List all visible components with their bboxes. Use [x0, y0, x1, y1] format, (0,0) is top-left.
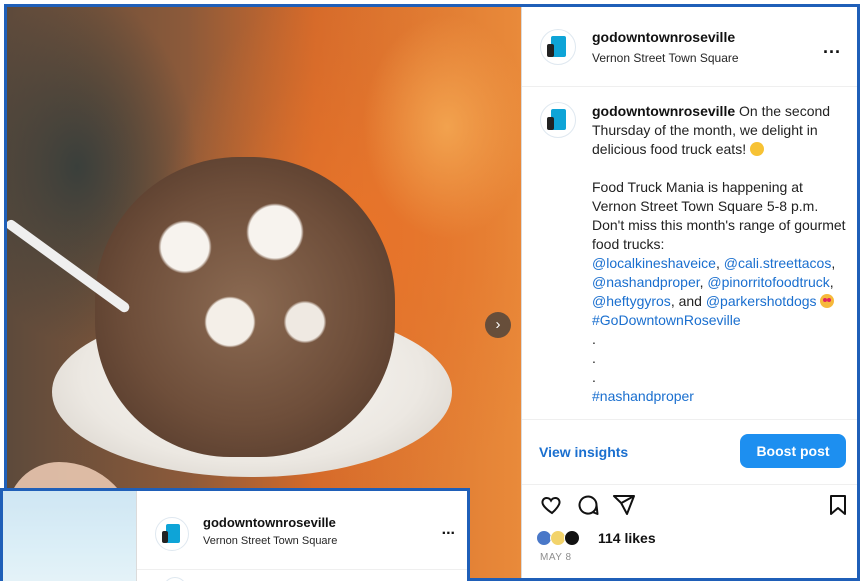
- avatar[interactable]: [155, 517, 189, 551]
- mention-link[interactable]: @parkershotdogs: [706, 293, 817, 309]
- view-insights-link[interactable]: View insights: [539, 444, 628, 460]
- divider: [137, 569, 467, 570]
- liker-avatar: [564, 530, 580, 546]
- heart-icon[interactable]: [540, 493, 564, 517]
- logo-dark-icon: [547, 116, 554, 130]
- mention-link[interactable]: @cali.streettacos: [724, 255, 832, 271]
- post-location[interactable]: Vernon Street Town Square: [592, 51, 739, 65]
- hashtag-link[interactable]: #nashandproper: [592, 388, 694, 404]
- mention-link[interactable]: @heftygyros: [592, 293, 671, 309]
- post-header: godowntownroseville Vernon Street Town S…: [522, 7, 857, 87]
- caption-username[interactable]: godowntownroseville: [592, 103, 735, 119]
- heart-eyes-emoji-icon: [820, 294, 835, 308]
- second-post-panel: godowntownroseville Vernon Street Town S…: [136, 491, 467, 581]
- caption-text: godowntownroseville On the second Thursd…: [592, 103, 846, 404]
- mention-link[interactable]: @localkineshaveice: [592, 255, 716, 271]
- caption-dot: .: [592, 350, 596, 366]
- carousel-next-button[interactable]: ›: [485, 312, 511, 338]
- insights-bar: View insights Boost post: [522, 419, 857, 485]
- caption-avatar[interactable]: [163, 577, 187, 581]
- drooling-emoji-icon: [749, 142, 764, 156]
- caption-para2: Food Truck Mania is happening at Vernon …: [592, 179, 846, 252]
- caption-dot: .: [592, 331, 596, 347]
- logo-dark-icon: [547, 43, 554, 57]
- and-word: and: [678, 293, 702, 309]
- hashtag-link[interactable]: #GoDowntownRoseville: [592, 312, 741, 328]
- post-side-panel: godowntownroseville Vernon Street Town S…: [521, 7, 857, 578]
- mention-link[interactable]: @pinorritofoodtruck: [707, 274, 829, 290]
- more-options-button[interactable]: ...: [823, 37, 841, 58]
- boost-post-button[interactable]: Boost post: [740, 434, 846, 468]
- likes-count[interactable]: 114 likes: [598, 530, 656, 546]
- second-post-window: godowntownroseville Vernon Street Town S…: [0, 488, 470, 581]
- logo-dark-icon: [161, 530, 169, 543]
- share-icon[interactable]: [612, 493, 636, 517]
- second-post-location[interactable]: Vernon Street Town Square: [203, 535, 337, 547]
- action-icons: [536, 493, 846, 519]
- shave-ice-shape: [95, 157, 395, 457]
- caption-avatar[interactable]: [540, 102, 576, 138]
- caption-dot: .: [592, 369, 596, 385]
- bookmark-icon[interactable]: [826, 493, 850, 517]
- screenshot: › godowntownroseville Vernon Street Town…: [0, 0, 864, 581]
- comment-icon[interactable]: [576, 493, 600, 517]
- second-post-username[interactable]: godowntownroseville: [203, 515, 336, 530]
- more-options-button[interactable]: ...: [442, 521, 455, 539]
- avatar[interactable]: [540, 29, 576, 65]
- post-username[interactable]: godowntownroseville: [592, 29, 735, 45]
- caption-area: godowntownroseville On the second Thursd…: [522, 88, 857, 418]
- mention-link[interactable]: @nashandproper: [592, 274, 700, 290]
- second-post-photo[interactable]: [3, 491, 136, 581]
- post-date: MAY 8: [540, 552, 572, 563]
